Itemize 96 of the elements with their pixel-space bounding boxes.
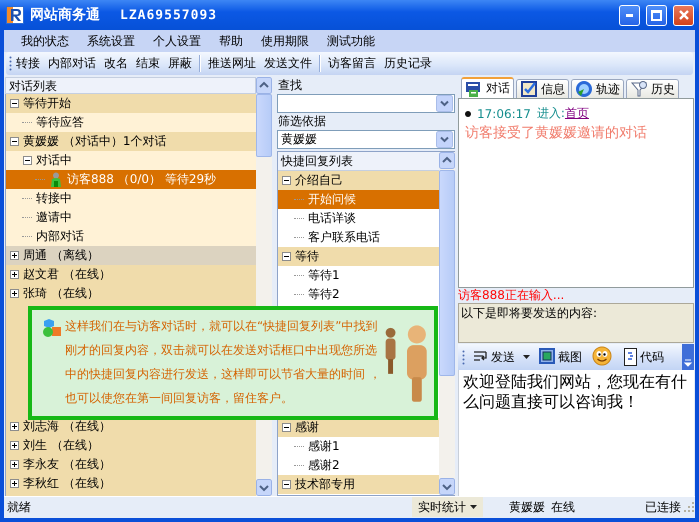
account-id: LZA69557093 <box>120 8 218 22</box>
preview-box: 以下是即将要发送的内容: <box>458 303 694 343</box>
toolbar-button[interactable]: 内部对话 <box>44 55 100 72</box>
list-header: 快捷回复列表 <box>278 152 439 171</box>
minimize-button[interactable] <box>619 4 640 26</box>
blocks-icon <box>42 318 62 338</box>
screenshot-button[interactable]: 截图 <box>536 347 584 367</box>
tree-item[interactable]: 介绍自己 <box>278 171 439 190</box>
dropdown-caret-icon[interactable] <box>523 355 530 359</box>
field-label: 筛选依据 <box>277 113 327 130</box>
menu-item[interactable]: 帮助 <box>210 32 252 50</box>
filter-dropdown[interactable]: 黄媛媛 <box>277 130 455 149</box>
tree-item[interactable]: 等待 <box>278 247 439 266</box>
send-button[interactable]: 发送 <box>471 348 517 366</box>
toolbar-button[interactable]: 访客留言 <box>324 55 380 72</box>
globe-icon <box>575 80 593 98</box>
scrollbar-thumb[interactable] <box>256 94 272 157</box>
scroll-down-icon <box>439 478 455 495</box>
tree-item[interactable]: 内部对话 <box>6 227 256 246</box>
stats-dropdown[interactable]: 实时统计 <box>412 497 483 517</box>
expand-icon[interactable] <box>10 251 18 260</box>
person-icon <box>49 172 63 188</box>
expand-icon[interactable] <box>10 270 18 279</box>
dropdown-caret-icon <box>470 505 477 509</box>
menu-item[interactable]: 测试功能 <box>318 32 384 50</box>
tip-text: 这样我们在与访客对话时，就可以在“快捷回复列表”中找到刚才的回复内容，双击就可以在发送对话框口中出现您所选中的快捷回复内容进行发送，这样即可以节省大量的时间 ，也可以使您在第一间回复访客，留住客户。 <box>65 318 381 407</box>
expand-icon[interactable] <box>10 289 18 298</box>
expand-icon[interactable] <box>10 441 18 450</box>
tree-item[interactable]: 周通 （离线） <box>6 246 256 265</box>
collapse-icon[interactable] <box>282 423 290 432</box>
tree-item[interactable]: 等待应答 <box>6 113 256 132</box>
toolbar-button[interactable]: 转接 <box>12 55 44 72</box>
collapse-icon[interactable] <box>282 480 290 489</box>
maximize-button[interactable] <box>646 4 667 26</box>
toolbar-button[interactable]: 屏蔽 <box>164 55 196 72</box>
toolbar-button[interactable]: 历史记录 <box>380 55 436 72</box>
field-label: 查找 <box>277 77 303 94</box>
collapse-icon[interactable] <box>10 99 18 108</box>
scrollbar-thumb[interactable] <box>439 170 455 376</box>
collapse-icon[interactable] <box>282 176 290 185</box>
resize-grip-icon <box>683 501 695 513</box>
screenshot-icon <box>538 347 556 367</box>
scroll-down-icon <box>256 479 272 496</box>
scroll-up-icon <box>439 152 455 169</box>
expand-icon[interactable] <box>10 460 18 469</box>
scrollbar[interactable] <box>439 152 455 495</box>
toolbar-overflow-icon[interactable] <box>682 344 694 370</box>
app-logo-icon <box>6 6 24 24</box>
menu-item[interactable]: 我的状态 <box>12 32 78 50</box>
scroll-up-icon <box>256 77 272 94</box>
maximize-icon <box>651 10 662 20</box>
tree-item[interactable]: 对话中 <box>6 151 256 170</box>
tree-item[interactable]: 转接中 <box>6 189 256 208</box>
expand-icon[interactable] <box>10 422 18 431</box>
tree-item[interactable]: 感谢 <box>278 418 439 437</box>
collapse-icon[interactable] <box>282 252 290 261</box>
document-icon <box>622 348 638 366</box>
system-message: 访客接受了黄媛媛邀请的对话 <box>465 124 648 142</box>
toolbar-grip-icon <box>9 56 12 71</box>
window-title: 网站商务通 <box>30 6 100 24</box>
collapse-icon[interactable] <box>10 137 18 146</box>
menu-item[interactable]: 使用期限 <box>252 32 318 50</box>
tree-item[interactable]: 邀请中 <box>6 208 256 227</box>
toolbar-button[interactable]: 推送网址 <box>204 55 260 72</box>
tab[interactable]: 历史 <box>626 79 679 98</box>
menu-item[interactable]: 系统设置 <box>78 32 144 50</box>
typing-status: 访客888正在输入... <box>458 288 566 303</box>
tree-item[interactable]: 技术部专用 <box>278 475 439 494</box>
smiley-icon <box>592 346 612 368</box>
toolbar-button[interactable]: 结束 <box>132 55 164 72</box>
close-button[interactable] <box>673 4 694 26</box>
collapse-icon[interactable] <box>22 156 32 165</box>
toolbar-button[interactable]: 发送文件 <box>260 55 316 72</box>
message-time: 17:06:17 <box>477 106 531 120</box>
expand-icon[interactable] <box>10 479 18 488</box>
bullet-icon <box>465 110 471 116</box>
toolbar-grip-icon <box>462 350 465 364</box>
toolbar-button[interactable]: 改名 <box>100 55 132 72</box>
tab[interactable]: 信息 <box>516 79 569 98</box>
minimize-icon <box>626 14 633 16</box>
connection-status: 已连接 <box>644 498 682 516</box>
menu-item[interactable]: 个人设置 <box>144 32 210 50</box>
message-input[interactable]: 欢迎登陆我们网站，您现在有什么问题直接可以咨询我！ <box>458 370 694 496</box>
search-dropdown[interactable] <box>277 94 455 113</box>
checklist-icon <box>520 80 538 98</box>
close-icon <box>678 10 688 20</box>
message-text: 进入: <box>536 105 565 122</box>
tab[interactable]: 轨迹 <box>571 79 624 98</box>
presence-status: 在线 <box>551 498 575 516</box>
emoji-button[interactable] <box>590 346 614 368</box>
code-button[interactable]: 代码 <box>620 348 666 366</box>
page-link[interactable]: 首页 <box>564 105 589 122</box>
status-text: 就绪 <box>6 498 32 516</box>
user-name: 黄媛媛 <box>509 498 545 516</box>
list-header: 对话列表 <box>5 77 256 94</box>
tab[interactable]: 对话 <box>461 77 514 98</box>
